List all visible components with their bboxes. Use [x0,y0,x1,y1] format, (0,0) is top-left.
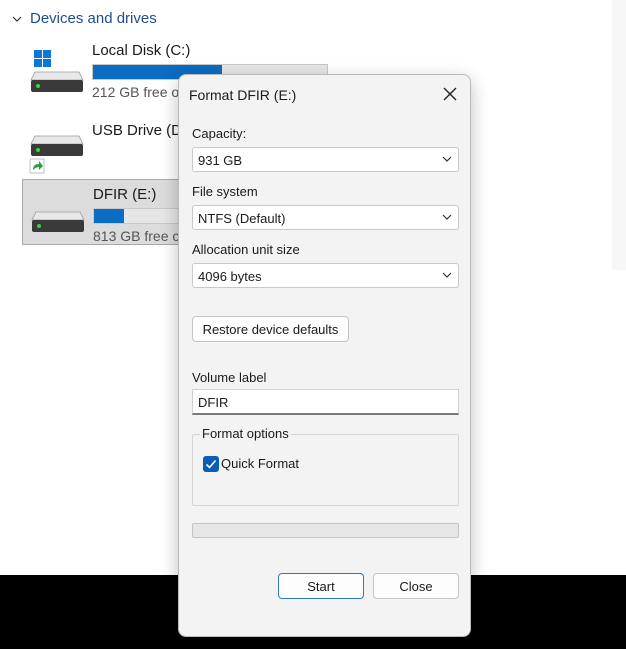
shortcut-arrow-icon [29,158,45,174]
filesystem-label: File system [192,184,258,199]
drive-usage-fill [94,209,125,223]
format-options-title: Format options [200,426,291,441]
format-progress-bar [192,523,459,538]
quick-format-label[interactable]: Quick Format [221,456,299,471]
allocation-value: 4096 bytes [198,269,262,284]
drive-name: Local Disk (C:) [92,42,191,59]
volume-label-label: Volume label [192,370,267,385]
volume-label-input[interactable]: DFIR [192,389,459,415]
capacity-value: 931 GB [198,153,243,168]
hard-drive-icon [30,50,84,92]
capacity-select[interactable]: 931 GB [192,147,459,172]
drive-name: USB Drive (D [92,122,183,139]
chevron-down-icon [442,214,452,220]
format-dialog: Format DFIR (E:) Capacity: 931 GB File s… [178,74,471,637]
checkmark-icon [205,459,217,469]
volume-label-value: DFIR [198,395,229,410]
drive-free-space: 813 GB free c [93,228,180,244]
chevron-down-icon [442,272,452,278]
hard-drive-icon [29,135,84,174]
devices-drives-header[interactable]: Devices and drives [12,10,157,27]
quick-format-checkbox[interactable] [203,456,219,472]
drive-name: DFIR (E:) [93,186,157,203]
allocation-label: Allocation unit size [192,242,300,257]
drive-free-space: 212 GB free o [92,84,180,100]
restore-defaults-button[interactable]: Restore device defaults [192,316,349,342]
close-button[interactable]: Close [373,573,459,599]
filesystem-value: NTFS (Default) [198,211,286,226]
close-icon[interactable] [441,85,459,103]
capacity-label: Capacity: [192,126,247,141]
chevron-down-icon [442,156,452,162]
dialog-title: Format DFIR (E:) [189,87,297,103]
section-title: Devices and drives [30,10,157,27]
allocation-select[interactable]: 4096 bytes [192,263,459,288]
scrollbar-track[interactable] [612,0,626,270]
start-button[interactable]: Start [278,573,364,599]
filesystem-select[interactable]: NTFS (Default) [192,205,459,230]
format-options-group: Format options Quick Format [192,426,459,506]
chevron-down-icon[interactable] [12,14,22,24]
windows-logo-icon [34,50,42,58]
hard-drive-icon [31,211,85,232]
